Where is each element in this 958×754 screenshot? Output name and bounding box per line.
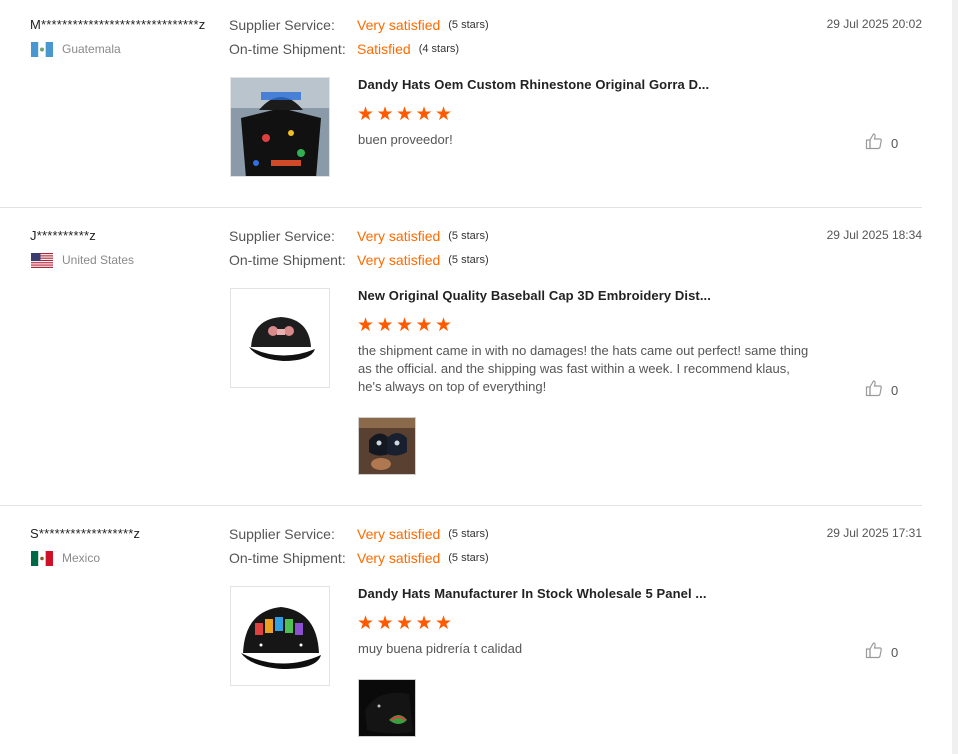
supplier-service-stars: (5 stars) [448, 19, 489, 31]
rating-stars: ★ ★ ★ ★ ★ [357, 315, 455, 336]
star-icon: ★ [376, 613, 394, 634]
rating-stars: ★ ★ ★ ★ ★ [357, 613, 455, 634]
on-time-shipment-value: Very satisfied [357, 550, 441, 566]
on-time-shipment-label: On-time Shipment: [229, 550, 346, 566]
scrollbar-track[interactable] [952, 0, 958, 754]
star-icon: ★ [396, 104, 414, 125]
on-time-shipment-value: Very satisfied [357, 252, 441, 268]
country-name: Mexico [62, 551, 101, 565]
on-time-shipment-stars: (5 stars) [448, 552, 489, 564]
thumbs-up-icon [865, 379, 883, 402]
supplier-service-label: Supplier Service: [229, 526, 335, 542]
review-photo[interactable] [358, 417, 416, 475]
supplier-service-label: Supplier Service: [229, 17, 335, 33]
on-time-shipment-value: Satisfied [357, 41, 411, 57]
product-title-link[interactable]: New Original Quality Baseball Cap 3D Emb… [358, 288, 711, 303]
on-time-shipment-label: On-time Shipment: [229, 41, 346, 57]
country-name: Guatemala [62, 42, 121, 56]
star-icon: ★ [435, 104, 453, 125]
review-date: 29 Jul 2025 17:31 [826, 526, 922, 540]
supplier-service-rating: Supplier Service: Very satisfied (5 star… [229, 227, 489, 245]
star-icon: ★ [376, 315, 394, 336]
like-count: 0 [891, 645, 899, 660]
united-states-flag-icon [31, 252, 53, 268]
star-icon: ★ [435, 613, 453, 634]
star-icon: ★ [415, 315, 433, 336]
like-button[interactable]: 0 [865, 132, 898, 155]
review-comment: muy buena pidrería t calidad [358, 641, 523, 656]
on-time-shipment-label: On-time Shipment: [229, 252, 346, 268]
supplier-service-value: Very satisfied [357, 228, 441, 244]
review-photo[interactable] [358, 679, 416, 737]
review-date: 29 Jul 2025 20:02 [826, 17, 922, 31]
star-icon: ★ [415, 613, 433, 634]
review-comment: buen proveedor! [358, 132, 453, 147]
star-icon: ★ [357, 315, 375, 336]
like-button[interactable]: 0 [865, 641, 898, 664]
review-comment: the shipment came in with no damages! th… [358, 343, 809, 394]
reviewer-name: M******************************z [30, 17, 206, 32]
star-icon: ★ [357, 104, 375, 125]
star-icon: ★ [435, 315, 453, 336]
product-thumbnail[interactable] [230, 586, 330, 686]
on-time-shipment-stars: (5 stars) [448, 254, 489, 266]
reviewer-name: J**********z [30, 228, 96, 243]
product-thumbnail[interactable] [230, 77, 330, 177]
supplier-service-stars: (5 stars) [448, 528, 489, 540]
star-icon: ★ [415, 104, 433, 125]
like-count: 0 [891, 136, 899, 151]
review-date: 29 Jul 2025 18:34 [826, 228, 922, 242]
review-item: J**********z United States Supplier Serv… [0, 208, 922, 506]
on-time-shipment-stars: (4 stars) [418, 43, 460, 55]
product-title-link[interactable]: Dandy Hats Oem Custom Rhinestone Origina… [358, 77, 709, 92]
review-item: M******************************z Guatema… [0, 0, 922, 208]
product-title-link[interactable]: Dandy Hats Manufacturer In Stock Wholesa… [358, 586, 707, 601]
product-thumbnail[interactable] [230, 288, 330, 388]
reviewer-country: Mexico [31, 550, 100, 566]
country-name: United States [62, 253, 135, 267]
reviewer-country: Guatemala [31, 41, 121, 57]
reviewer-name: S******************z [30, 526, 141, 541]
thumbs-up-icon [865, 132, 883, 155]
like-count: 0 [891, 383, 899, 398]
thumbs-up-icon [865, 641, 883, 664]
supplier-service-value: Very satisfied [357, 17, 441, 33]
star-icon: ★ [396, 613, 414, 634]
reviewer-country: United States [31, 252, 134, 268]
guatemala-flag-icon [31, 41, 53, 57]
on-time-shipment-rating: On-time Shipment: Very satisfied (5 star… [229, 549, 489, 567]
supplier-service-stars: (5 stars) [448, 230, 489, 242]
supplier-service-label: Supplier Service: [229, 228, 335, 244]
supplier-service-rating: Supplier Service: Very satisfied (5 star… [229, 525, 489, 543]
on-time-shipment-rating: On-time Shipment: Satisfied (4 stars) [229, 40, 459, 58]
review-item: S******************z Mexico Supplier Ser… [0, 506, 922, 754]
mexico-flag-icon [31, 550, 53, 566]
star-icon: ★ [376, 104, 394, 125]
supplier-service-value: Very satisfied [357, 526, 441, 542]
rating-stars: ★ ★ ★ ★ ★ [357, 104, 455, 125]
like-button[interactable]: 0 [865, 379, 898, 402]
supplier-service-rating: Supplier Service: Very satisfied (5 star… [229, 16, 489, 34]
reviews-page: M******************************z Guatema… [0, 0, 958, 754]
star-icon: ★ [396, 315, 414, 336]
on-time-shipment-rating: On-time Shipment: Very satisfied (5 star… [229, 251, 489, 269]
star-icon: ★ [357, 613, 375, 634]
